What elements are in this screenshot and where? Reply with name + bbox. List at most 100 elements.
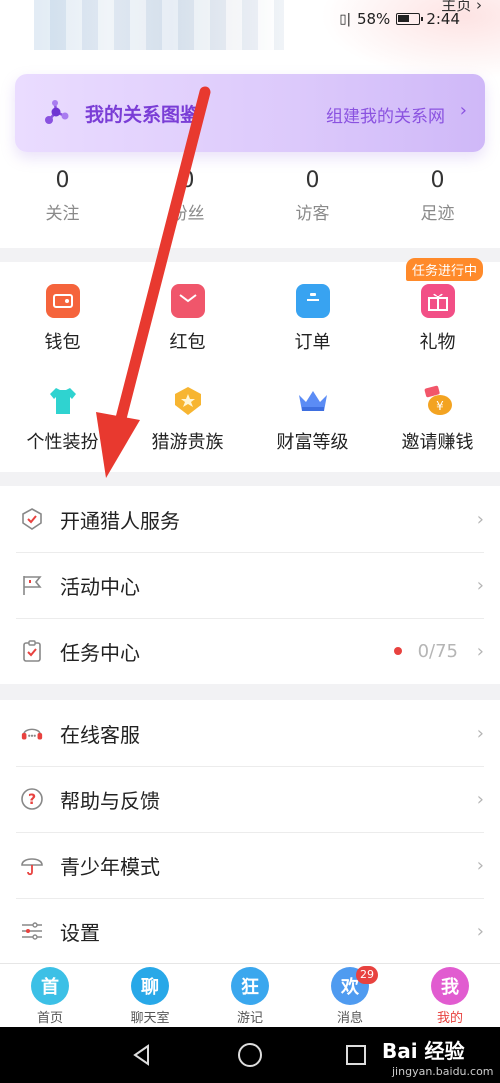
chevron-right-icon: › bbox=[476, 640, 484, 662]
grid-item-noble[interactable]: 猎游贵族 bbox=[125, 384, 250, 454]
grid-label: 钱包 bbox=[44, 332, 81, 353]
relationship-banner[interactable]: 我的关系图鉴 组建我的关系网 › bbox=[15, 74, 485, 152]
unread-count-badge: 29 bbox=[356, 966, 378, 984]
grid-label: 财富等级 bbox=[276, 432, 349, 453]
feature-grid: 钱包 红包 订单 礼物 个性装扮 猎游贵族 财富等级 ¥ 邀请赚钱 bbox=[0, 262, 500, 472]
chevron-right-icon: › bbox=[476, 920, 484, 942]
notification-dot bbox=[394, 647, 402, 655]
mine-tab-icon: 我 bbox=[431, 967, 469, 1005]
list-item-label: 帮助与反馈 bbox=[60, 788, 160, 813]
grid-item-dress-up[interactable]: 个性装扮 bbox=[0, 384, 125, 454]
grid-label: 邀请赚钱 bbox=[401, 432, 474, 453]
banner-link[interactable]: 组建我的关系网 bbox=[326, 102, 445, 127]
svg-text:?: ? bbox=[28, 792, 36, 808]
list-item-teen-mode[interactable]: 青少年模式 › bbox=[0, 832, 500, 898]
stat-value: 0 bbox=[430, 168, 445, 193]
baidu-watermark: Bai 经验 bbox=[382, 1039, 465, 1063]
tab-label: 消息 bbox=[336, 1011, 363, 1026]
chatroom-tab-icon: 聊 bbox=[131, 967, 169, 1005]
battery-icon bbox=[396, 13, 424, 25]
settings-sliders-icon bbox=[20, 919, 44, 943]
crown-icon bbox=[296, 384, 330, 418]
chevron-right-icon: › bbox=[476, 854, 484, 876]
list-item-label: 活动中心 bbox=[60, 574, 140, 599]
network-icon bbox=[45, 100, 69, 124]
list-item-customer-service[interactable]: 在线客服 › bbox=[0, 700, 500, 766]
list-item-task-center[interactable]: 任务中心 0/75 › bbox=[0, 618, 500, 684]
tab-home[interactable]: 首 首页 bbox=[0, 964, 100, 1027]
chevron-right-icon: › bbox=[476, 788, 484, 810]
stat-label: 足迹 bbox=[420, 204, 455, 224]
red-envelope-icon bbox=[170, 284, 205, 318]
battery-percent: 58% bbox=[356, 10, 391, 28]
grid-item-red-envelope[interactable]: 红包 bbox=[125, 284, 250, 354]
flag-icon bbox=[20, 573, 44, 597]
home-button-icon[interactable] bbox=[238, 1043, 262, 1067]
grid-label: 个性装扮 bbox=[26, 432, 99, 453]
recent-apps-icon[interactable] bbox=[346, 1045, 366, 1065]
stat-fans[interactable]: 0 粉丝 bbox=[125, 168, 250, 224]
profile-header: 主页 › ▯| 58% 2:44 我的关系图鉴 组建我的关系网 › 0 关注 0… bbox=[0, 0, 500, 248]
list-item-label: 任务中心 bbox=[60, 640, 140, 665]
system-nav-bar: Bai 经验 jingyan.baidu.com bbox=[0, 1027, 500, 1083]
list-item-label: 开通猎人服务 bbox=[60, 508, 180, 533]
clipboard-check-icon bbox=[20, 639, 44, 663]
list-item-label: 青少年模式 bbox=[60, 854, 160, 879]
chevron-right-icon: › bbox=[476, 574, 484, 596]
list-item-label: 在线客服 bbox=[60, 722, 140, 747]
tab-chatroom[interactable]: 聊 聊天室 bbox=[100, 964, 200, 1027]
list-item-help-feedback[interactable]: ? 帮助与反馈 › bbox=[0, 766, 500, 832]
chevron-right-icon: › bbox=[476, 722, 484, 744]
wallet-icon bbox=[45, 284, 80, 318]
headset-icon bbox=[20, 721, 44, 745]
stats-row: 0 关注 0 粉丝 0 访客 0 足迹 bbox=[0, 168, 500, 224]
chevron-right-icon: › bbox=[459, 100, 467, 121]
list-item-activity-center[interactable]: 活动中心 › bbox=[0, 552, 500, 618]
grid-label: 订单 bbox=[294, 332, 331, 353]
back-icon[interactable] bbox=[130, 1043, 154, 1067]
tab-label: 聊天室 bbox=[130, 1011, 170, 1026]
stat-following[interactable]: 0 关注 bbox=[0, 168, 125, 224]
stat-value: 0 bbox=[305, 168, 320, 193]
tab-messages[interactable]: 欢 29 消息 bbox=[300, 964, 400, 1027]
tab-label: 游记 bbox=[236, 1011, 263, 1026]
stat-value: 0 bbox=[55, 168, 70, 193]
task-in-progress-badge: 任务进行中 bbox=[406, 258, 484, 281]
stat-footprints[interactable]: 0 足迹 bbox=[375, 168, 500, 224]
grid-label: 红包 bbox=[169, 332, 206, 353]
vibrate-icon: ▯| bbox=[339, 11, 351, 27]
grid-item-invite[interactable]: ¥ 邀请赚钱 bbox=[375, 384, 500, 454]
tab-mine[interactable]: 我 我的 bbox=[400, 964, 500, 1027]
grid-item-gift[interactable]: 礼物 bbox=[375, 284, 500, 354]
noble-badge-icon bbox=[171, 384, 205, 418]
service-list: 开通猎人服务 › 活动中心 › 任务中心 0/75 › bbox=[0, 486, 500, 684]
grid-item-wallet[interactable]: 钱包 bbox=[0, 284, 125, 354]
stat-label: 关注 bbox=[45, 204, 80, 224]
grid-item-orders[interactable]: 订单 bbox=[250, 284, 375, 354]
stat-value: 0 bbox=[180, 168, 195, 193]
svg-text:¥: ¥ bbox=[436, 399, 444, 413]
grid-item-wealth-level[interactable]: 财富等级 bbox=[250, 384, 375, 454]
banner-title: 我的关系图鉴 bbox=[85, 104, 200, 126]
grid-label: 礼物 bbox=[419, 332, 456, 353]
baidu-watermark-url: jingyan.baidu.com bbox=[392, 1065, 494, 1078]
list-item-hunter-service[interactable]: 开通猎人服务 › bbox=[0, 486, 500, 552]
list-item-settings[interactable]: 设置 › bbox=[0, 898, 500, 964]
task-progress: 0/75 bbox=[417, 640, 458, 662]
gift-icon bbox=[420, 284, 455, 318]
help-icon: ? bbox=[20, 787, 44, 811]
tshirt-icon bbox=[46, 384, 80, 418]
blurred-user-info bbox=[34, 0, 284, 50]
stat-visitors[interactable]: 0 访客 bbox=[250, 168, 375, 224]
order-icon bbox=[295, 284, 330, 318]
tab-label: 我的 bbox=[436, 1011, 463, 1026]
status-bar: ▯| 58% 2:44 bbox=[339, 10, 460, 28]
stat-label: 粉丝 bbox=[170, 204, 205, 224]
shield-check-icon bbox=[20, 507, 44, 531]
list-item-label: 设置 bbox=[60, 920, 100, 945]
travel-notes-tab-icon: 狂 bbox=[231, 967, 269, 1005]
chevron-right-icon: › bbox=[476, 508, 484, 530]
tab-travel-notes[interactable]: 狂 游记 bbox=[200, 964, 300, 1027]
money-bag-icon: ¥ bbox=[421, 384, 455, 418]
umbrella-icon bbox=[20, 853, 44, 877]
